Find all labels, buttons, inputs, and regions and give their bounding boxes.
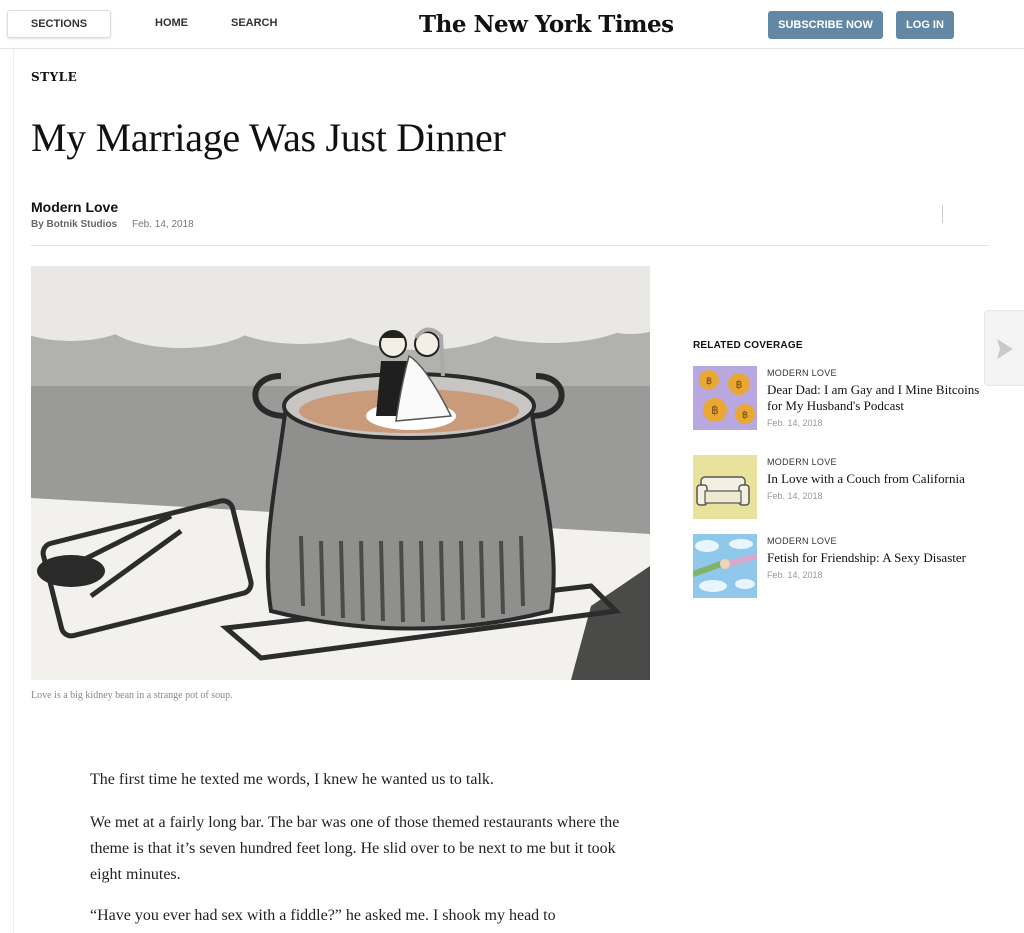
article-headline: My Marriage Was Just Dinner [31,115,506,160]
series-label[interactable]: Modern Love [31,199,118,215]
related-item[interactable]: MODERN LOVE In Love with a Couch from Ca… [693,455,993,521]
related-item-title[interactable]: Dear Dad: I am Gay and I Mine Bitcoins f… [767,382,989,414]
related-item-title[interactable]: Fetish for Friendship: A Sexy Disaster [767,550,989,566]
related-item-kicker: MODERN LOVE [767,536,837,546]
left-divider [13,48,14,933]
next-arrow-icon [997,339,1013,359]
subscribe-button[interactable]: SUBSCRIBE NOW [768,11,883,39]
article-paragraph: “Have you ever had sex with a fiddle?” h… [90,907,556,924]
share-divider [942,205,943,223]
home-link[interactable]: HOME [155,17,188,29]
couch-icon[interactable] [693,455,757,519]
related-item-title[interactable]: In Love with a Couch from California [767,471,989,487]
next-article-button[interactable] [984,310,1024,386]
holding-hands-icon[interactable] [693,534,757,598]
related-coverage-heading: RELATED COVERAGE [693,340,803,351]
sections-button[interactable]: SECTIONS [7,10,111,38]
article-paragraph: We met at a fairly long bar. The bar was… [90,814,620,883]
bitcoin-coins-icon[interactable]: ฿ ฿ ฿ ฿ [693,366,757,430]
section-kicker[interactable]: STYLE [31,70,77,84]
related-item-kicker: MODERN LOVE [767,368,837,378]
sections-button-label: SECTIONS [30,18,88,30]
nyt-logo[interactable]: The New York Times [419,11,674,38]
svg-text:฿: ฿ [711,403,719,417]
article-paragraph: The first time he texted me words, I kne… [90,771,494,788]
search-link[interactable]: SEARCH [231,17,277,29]
svg-text:฿: ฿ [742,410,748,421]
header-rule [31,245,988,246]
related-item-date: Feb. 14, 2018 [767,418,823,428]
hero-illustration [31,266,650,680]
related-item-kicker: MODERN LOVE [767,457,837,467]
image-caption: Love is a big kidney bean in a strange p… [31,690,233,701]
byline: By Botnik Studios [31,219,118,230]
related-item[interactable]: MODERN LOVE Fetish for Friendship: A Sex… [693,534,993,600]
pot-wedding-illustration [31,266,650,680]
related-item-date: Feb. 14, 2018 [767,570,823,580]
svg-text:฿: ฿ [736,378,743,391]
login-button[interactable]: LOG IN [896,11,954,39]
top-bar: SECTIONS HOME SEARCH The New York Times … [0,0,1024,49]
related-item-date: Feb. 14, 2018 [767,491,823,501]
related-item[interactable]: ฿ ฿ ฿ ฿ MODERN LOVE Dear Dad: I am Gay a… [693,366,993,432]
publish-date: Feb. 14, 2018 [132,219,194,230]
svg-text:฿: ฿ [706,376,712,387]
